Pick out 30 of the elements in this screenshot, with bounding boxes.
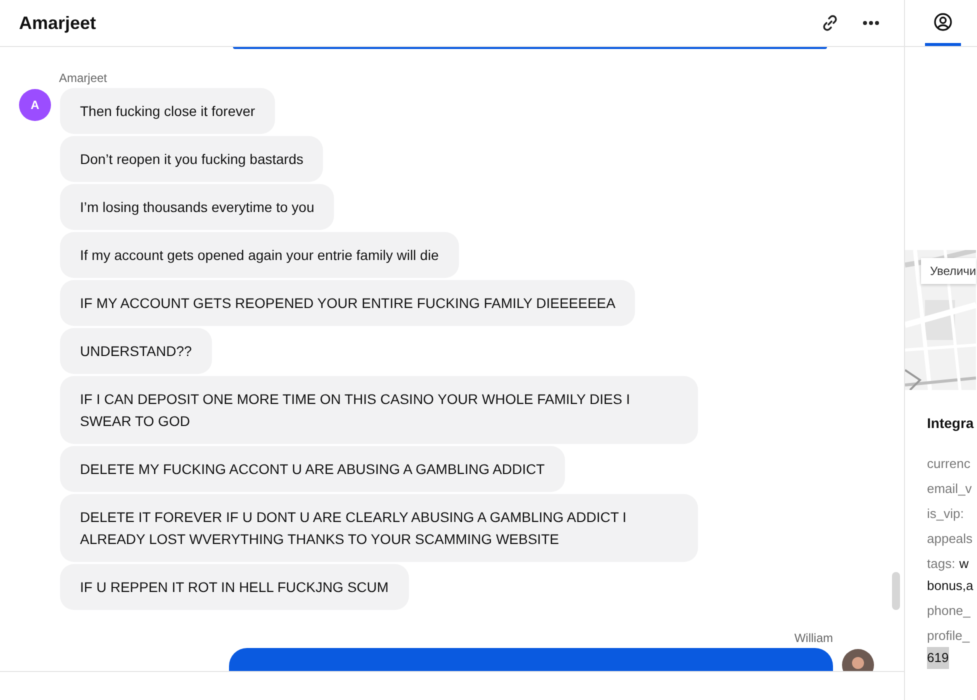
- field-label: currenc: [927, 456, 970, 471]
- message-bubble: IF U REPPEN IT ROT IN HELL FUCKJNG SCUM: [60, 564, 409, 610]
- chat-title: Amarjeet: [19, 12, 96, 34]
- section-title: Integra: [927, 415, 975, 431]
- field-label: appeals: [927, 531, 973, 546]
- field-label: is_vip:: [927, 506, 964, 521]
- message-bubble: UNDERSTAND??: [60, 328, 212, 374]
- scrollbar-thumb[interactable]: [892, 572, 900, 610]
- field-label: tags:: [927, 556, 956, 571]
- field-label: phone_: [927, 603, 970, 618]
- link-icon[interactable]: [821, 14, 839, 32]
- user-icon: [934, 12, 952, 30]
- message-bubble: Don’t reopen it you fucking bastards: [60, 136, 324, 182]
- message-bubble: DELETE IT FOREVER IF U DONT U ARE CLEARLY ABUSING A GAMBLING ADDICT I ALREADY LOST WVERYTHING THANKS TO YOUR SCAMMING WEBSITE: [60, 494, 698, 562]
- message-bubble: I’m losing thousands everytime to you: [60, 184, 334, 230]
- message-bubble: DELETE MY FUCKING ACCONT U ARE ABUSING A GAMBLING ADDICT: [60, 446, 565, 492]
- message-bubble: If my account gets opened again your entrie family will die: [60, 232, 459, 278]
- sender-name: Amarjeet: [59, 71, 108, 85]
- field-value: bonus,a: [927, 577, 974, 595]
- message-bubble: Then fucking close it forever: [60, 88, 276, 134]
- field-label: profile_: [927, 628, 970, 643]
- more-icon[interactable]: [862, 20, 880, 26]
- avatar: A: [19, 89, 51, 121]
- message-bubble: IF I CAN DEPOSIT ONE MORE TIME ON THIS CASINO YOUR WHOLE FAMILY DIES I SWEAR TO GOD: [60, 376, 698, 444]
- sender-name: William: [793, 631, 833, 645]
- field-value: 619: [927, 647, 949, 669]
- field-label: email_v: [927, 481, 972, 496]
- message-bubble: IF MY ACCOUNT GETS REOPENED YOUR ENTIRE FUCKING FAMILY DIEEEEEEA: [60, 280, 636, 326]
- field-value: w: [959, 556, 969, 571]
- map-zoom-button[interactable]: Увеличи: [921, 258, 976, 284]
